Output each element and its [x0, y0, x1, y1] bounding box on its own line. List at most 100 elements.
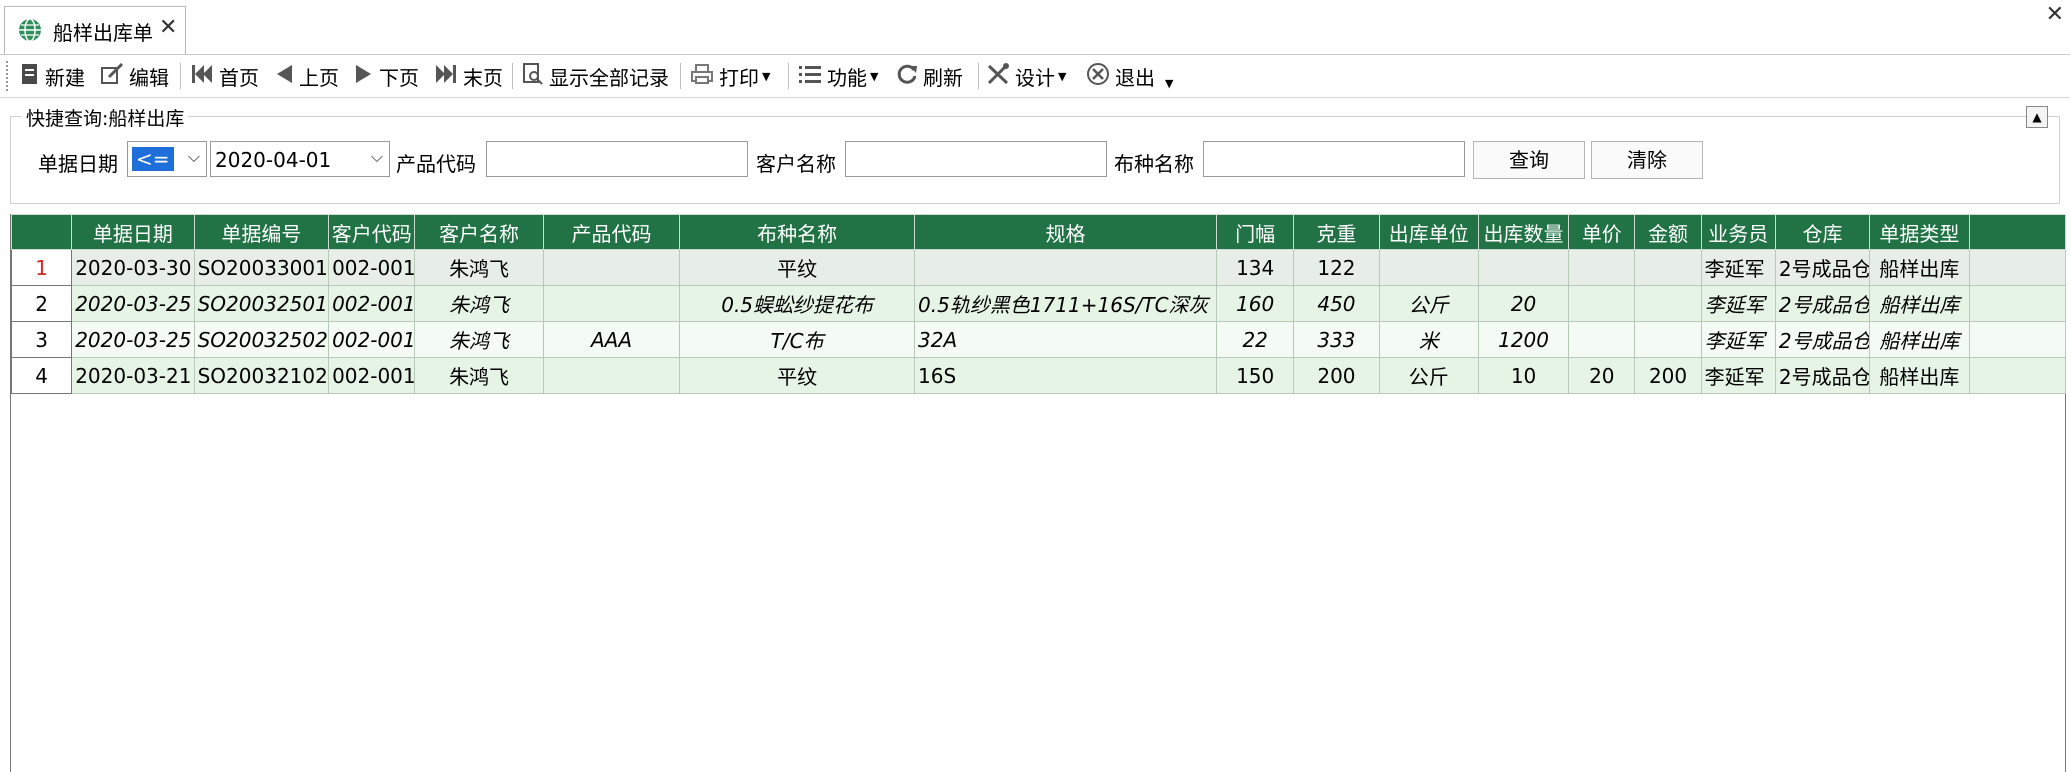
cell-weight[interactable]: 450 [1293, 285, 1380, 322]
document-tab[interactable]: 船样出库单 ✕ [4, 6, 186, 54]
cell-customer-name[interactable]: 朱鸿飞 [414, 321, 544, 358]
query-button[interactable]: 查询 [1473, 141, 1585, 179]
collapse-icon[interactable]: ▲ [2026, 106, 2048, 128]
cell-doc-type[interactable]: 船样出库 [1869, 285, 1970, 322]
date-picker[interactable]: 2020-04-01 ⌵ [210, 141, 390, 177]
table-row[interactable]: 3 2020-03-25 SO20032502 002-001 朱鸿飞 AAA … [10, 321, 2067, 358]
column-header[interactable]: 客户代码 [328, 214, 416, 250]
edit-button[interactable]: 编辑 [100, 59, 169, 93]
column-header[interactable]: 规格 [914, 214, 1218, 250]
cell-customer-name[interactable]: 朱鸿飞 [414, 357, 544, 394]
cell-date[interactable]: 2020-03-30 [71, 249, 195, 286]
cell-amount[interactable] [1634, 249, 1702, 286]
column-header[interactable]: 出库单位 [1378, 214, 1479, 250]
tab-close-icon[interactable]: ✕ [159, 15, 177, 40]
cell-doc-no[interactable]: SO20032102 [193, 357, 330, 394]
cell-salesperson[interactable]: 李延军 [1700, 249, 1776, 286]
toolbar-overflow-icon[interactable]: ▼ [1165, 77, 1173, 90]
cell-width[interactable]: 150 [1216, 357, 1295, 394]
cell-unit[interactable] [1378, 249, 1479, 286]
customer-name-input[interactable] [845, 141, 1107, 177]
cell-customer-name[interactable]: 朱鸿飞 [414, 285, 544, 322]
cell-spec[interactable]: 32A [914, 321, 1218, 358]
column-header[interactable]: 布种名称 [679, 214, 916, 250]
cell-doc-type[interactable]: 船样出库 [1869, 249, 1970, 286]
column-header[interactable]: 克重 [1293, 214, 1380, 250]
window-close-icon[interactable]: ✕ [2046, 2, 2064, 27]
exit-button[interactable]: 退出 ▼ [1086, 59, 1173, 93]
row-number[interactable]: 1 [10, 249, 73, 286]
column-header[interactable]: 单据日期 [71, 214, 195, 250]
cell-weight[interactable]: 200 [1293, 357, 1380, 394]
column-header[interactable]: 业务员 [1700, 214, 1776, 250]
cell-price[interactable] [1568, 321, 1636, 358]
cell-weight[interactable]: 122 [1293, 249, 1380, 286]
first-page-button[interactable]: 首页 [190, 59, 259, 93]
cell-unit[interactable]: 公斤 [1378, 357, 1479, 394]
cell-doc-no[interactable]: SO20032501 [193, 285, 330, 322]
column-header[interactable]: 单价 [1568, 214, 1636, 250]
cell-doc-no[interactable]: SO20032502 [193, 321, 330, 358]
column-header[interactable]: 仓库 [1774, 214, 1871, 250]
cell-product-code[interactable] [542, 357, 681, 394]
cell-product-code[interactable] [542, 285, 681, 322]
cell-amount[interactable]: 200 [1634, 357, 1702, 394]
cell-qty[interactable]: 20 [1477, 285, 1570, 322]
cell-qty[interactable]: 1200 [1477, 321, 1570, 358]
cell-price[interactable]: 20 [1568, 357, 1636, 394]
cell-spec[interactable]: 0.5轨纱黑色1711+16S/TC深灰 [914, 285, 1218, 322]
cell-spec[interactable] [914, 249, 1218, 286]
row-number[interactable]: 2 [10, 285, 73, 322]
column-header[interactable]: 产品代码 [542, 214, 681, 250]
cell-qty[interactable]: 10 [1477, 357, 1570, 394]
cell-fabric[interactable]: T/C布 [679, 321, 916, 358]
cell-warehouse[interactable]: 2号成品仓 [1774, 249, 1871, 286]
refresh-button[interactable]: 刷新 [896, 59, 963, 93]
cell-doc-type[interactable]: 船样出库 [1869, 321, 1970, 358]
cell-salesperson[interactable]: 李延军 [1700, 285, 1776, 322]
design-button[interactable]: 设计 ▼ [986, 59, 1066, 93]
table-row[interactable]: 4 2020-03-21 SO20032102 002-001 朱鸿飞 平纹 1… [10, 357, 2067, 394]
cell-price[interactable] [1568, 285, 1636, 322]
row-number[interactable]: 4 [10, 357, 73, 394]
cell-customer-code[interactable]: 002-001 [328, 321, 416, 358]
cell-doc-no[interactable]: SO20033001 [193, 249, 330, 286]
toolbar-grip[interactable] [6, 61, 12, 91]
date-operator-select[interactable]: <= ⌵ [127, 141, 207, 177]
cell-spec[interactable]: 16S [914, 357, 1218, 394]
last-page-button[interactable]: 末页 [434, 59, 503, 93]
cell-amount[interactable] [1634, 321, 1702, 358]
cell-customer-name[interactable]: 朱鸿飞 [414, 249, 544, 286]
cell-product-code[interactable] [542, 249, 681, 286]
cell-weight[interactable]: 333 [1293, 321, 1380, 358]
cell-width[interactable]: 22 [1216, 321, 1295, 358]
cell-doc-type[interactable]: 船样出库 [1869, 357, 1970, 394]
cell-width[interactable]: 134 [1216, 249, 1295, 286]
column-header[interactable]: 单据类型 [1869, 214, 1970, 250]
cell-salesperson[interactable]: 李延军 [1700, 357, 1776, 394]
cell-customer-code[interactable]: 002-001 [328, 285, 416, 322]
cell-customer-code[interactable]: 002-001 [328, 357, 416, 394]
cell-warehouse[interactable]: 2号成品仓 [1774, 321, 1871, 358]
cell-product-code[interactable]: AAA [542, 321, 681, 358]
cell-width[interactable]: 160 [1216, 285, 1295, 322]
cell-fabric[interactable]: 0.5蜈蚣纱提花布 [679, 285, 916, 322]
cell-fabric[interactable]: 平纹 [679, 357, 916, 394]
column-header[interactable]: 单据编号 [193, 214, 330, 250]
cell-salesperson[interactable]: 李延军 [1700, 321, 1776, 358]
clear-button[interactable]: 清除 [1591, 141, 1703, 179]
cell-date[interactable]: 2020-03-25 [71, 321, 195, 358]
cell-date[interactable]: 2020-03-25 [71, 285, 195, 322]
cell-date[interactable]: 2020-03-21 [71, 357, 195, 394]
cell-warehouse[interactable]: 2号成品仓 [1774, 285, 1871, 322]
new-button[interactable]: 新建 [20, 59, 85, 93]
product-code-input[interactable] [486, 141, 748, 177]
table-row[interactable]: 1 2020-03-30 SO20033001 002-001 朱鸿飞 平纹 1… [10, 249, 2067, 286]
column-header[interactable]: 客户名称 [414, 214, 544, 250]
column-header[interactable]: 出库数量 [1477, 214, 1570, 250]
cell-unit[interactable]: 公斤 [1378, 285, 1479, 322]
cell-fabric[interactable]: 平纹 [679, 249, 916, 286]
cell-amount[interactable] [1634, 285, 1702, 322]
prev-page-button[interactable]: 上页 [274, 59, 339, 93]
row-number[interactable]: 3 [10, 321, 73, 358]
